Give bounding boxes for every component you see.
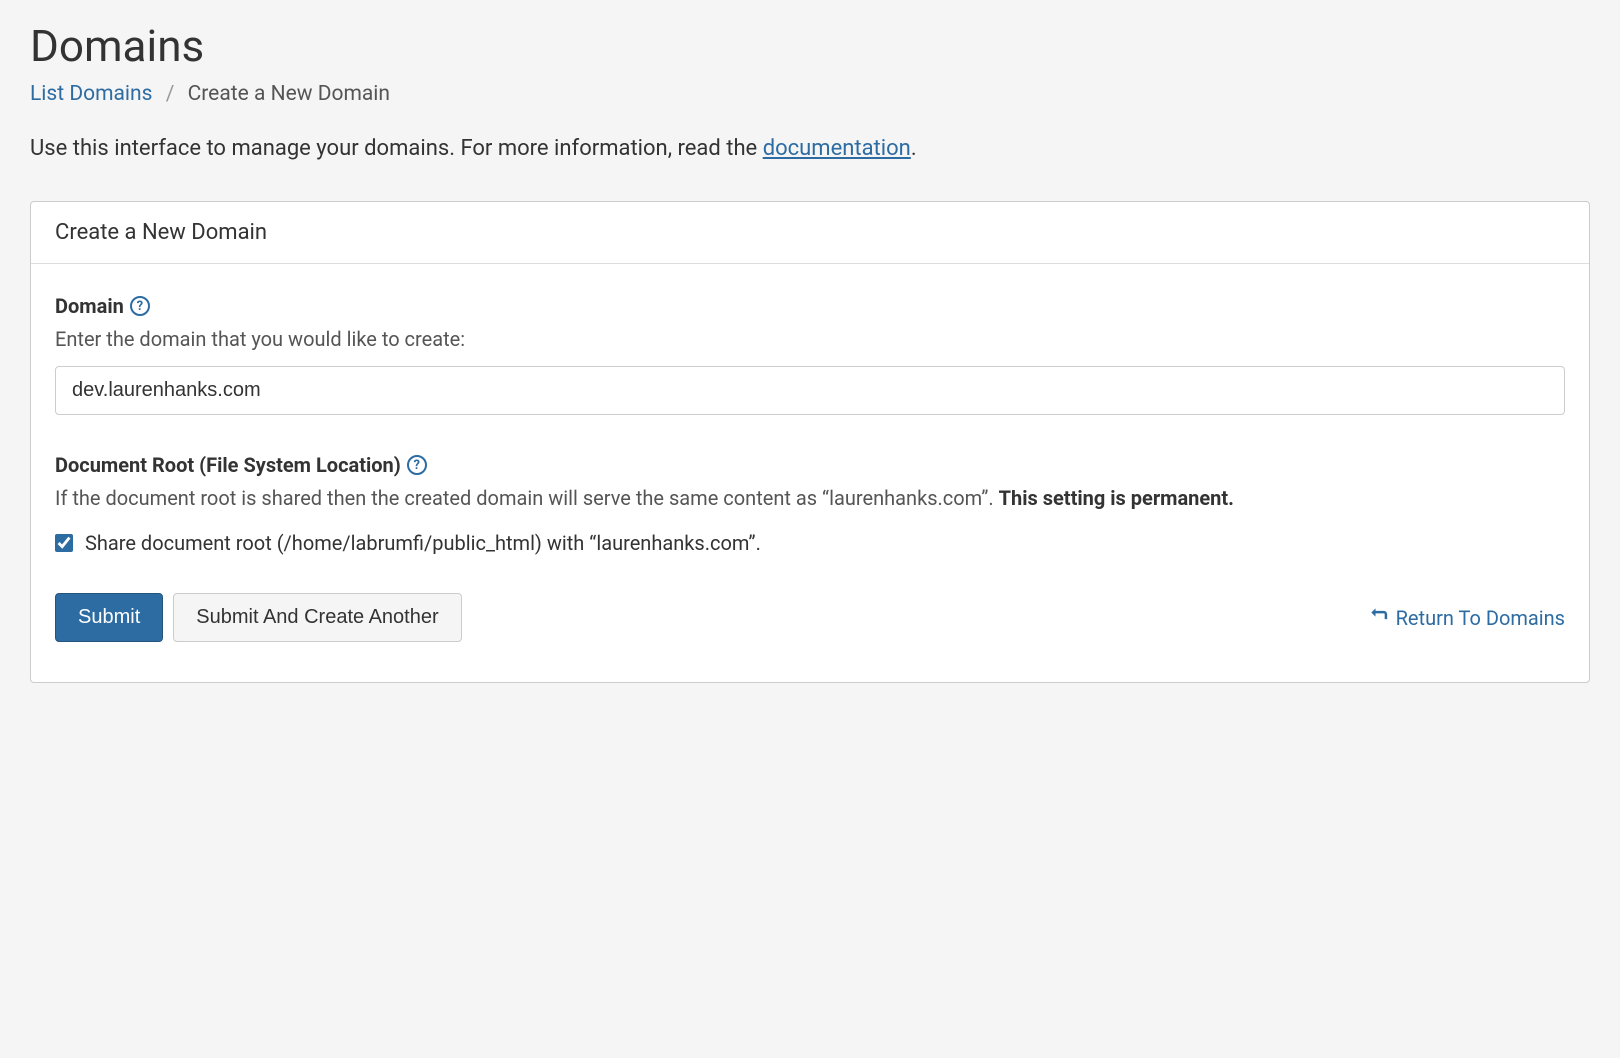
create-domain-panel: Create a New Domain Domain ? Enter the d… <box>30 201 1590 683</box>
docroot-label: Document Root (File System Location) <box>55 453 401 477</box>
return-arrow-icon <box>1368 605 1388 630</box>
domain-label-row: Domain ? <box>55 294 1565 318</box>
intro-text: Use this interface to manage your domain… <box>30 136 1590 161</box>
domain-label: Domain <box>55 294 124 318</box>
domain-field-group: Domain ? Enter the domain that you would… <box>55 294 1565 415</box>
docroot-hint-bold: This setting is permanent. <box>999 486 1234 510</box>
breadcrumb-list-domains-link[interactable]: List Domains <box>30 82 152 106</box>
return-to-domains-link[interactable]: Return To Domains <box>1368 605 1565 630</box>
panel-heading: Create a New Domain <box>31 202 1589 264</box>
actions-left: Submit Submit And Create Another <box>55 593 462 642</box>
page-title: Domains <box>30 20 1590 72</box>
help-icon[interactable]: ? <box>130 296 150 316</box>
docroot-hint: If the document root is shared then the … <box>55 483 1565 513</box>
domain-input[interactable] <box>55 366 1565 415</box>
breadcrumb-separator: / <box>166 82 175 106</box>
intro-suffix: . <box>911 136 917 161</box>
domain-hint: Enter the domain that you would like to … <box>55 324 1565 354</box>
breadcrumb: List Domains / Create a New Domain <box>30 82 1590 106</box>
submit-button[interactable]: Submit <box>55 593 163 642</box>
share-docroot-checkbox[interactable] <box>55 534 73 552</box>
return-link-label: Return To Domains <box>1396 606 1565 630</box>
actions-row: Submit Submit And Create Another Return … <box>55 593 1565 642</box>
docroot-field-group: Document Root (File System Location) ? I… <box>55 453 1565 555</box>
docroot-hint-prefix: If the document root is shared then the … <box>55 486 999 510</box>
share-docroot-label: Share document root (/home/labrumfi/publ… <box>85 531 761 555</box>
help-icon[interactable]: ? <box>407 455 427 475</box>
submit-and-create-another-button[interactable]: Submit And Create Another <box>173 593 461 642</box>
documentation-link[interactable]: documentation <box>763 136 911 161</box>
breadcrumb-current: Create a New Domain <box>188 82 390 106</box>
docroot-label-row: Document Root (File System Location) ? <box>55 453 1565 477</box>
share-docroot-row[interactable]: Share document root (/home/labrumfi/publ… <box>55 531 1565 555</box>
intro-prefix: Use this interface to manage your domain… <box>30 136 763 161</box>
